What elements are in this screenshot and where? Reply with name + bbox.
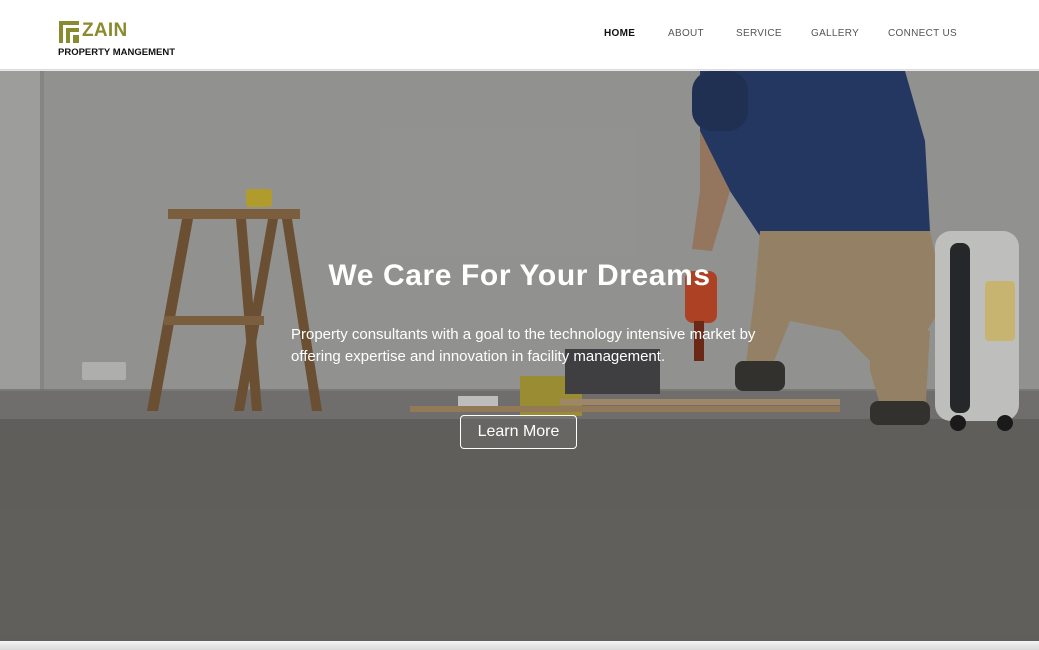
main-nav: HOME ABOUT SERVICE GALLERY CONNECT US [0, 28, 1039, 42]
page-bottom-edge [0, 641, 1039, 650]
nav-item-gallery[interactable]: GALLERY [811, 28, 859, 39]
learn-more-button[interactable]: Learn More [460, 415, 577, 449]
nav-item-about[interactable]: ABOUT [668, 28, 704, 39]
hero-description: Property consultants with a goal to the … [291, 326, 756, 365]
hero-title: We Care For Your Dreams [328, 259, 711, 292]
hero-section: We Care For Your Dreams Property consult… [0, 71, 1039, 641]
nav-item-home[interactable]: HOME [604, 28, 635, 39]
site-header: ZAIN PROPERTY MANGEMENT HOME ABOUT SERVI… [0, 0, 1039, 70]
brand-tagline: PROPERTY MANGEMENT [58, 47, 176, 58]
nav-item-connect-us[interactable]: CONNECT US [888, 28, 957, 39]
nav-item-service[interactable]: SERVICE [736, 28, 782, 39]
